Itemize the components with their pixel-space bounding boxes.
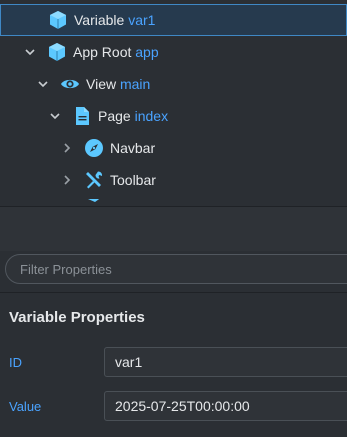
filter-properties-input[interactable] <box>5 254 347 284</box>
tree-item-label: Page index <box>98 108 169 124</box>
cube-icon <box>48 10 68 30</box>
id-label: ID <box>9 355 22 370</box>
tree-item-label: App Root app <box>73 44 159 60</box>
chevron-right-icon[interactable] <box>60 173 74 187</box>
chevron-down-icon[interactable] <box>36 77 50 91</box>
tree-item-view[interactable]: View main <box>0 68 347 100</box>
tree-item-label: Navbar <box>110 140 156 156</box>
eye-icon <box>60 74 80 94</box>
component-tree: Variable var1 App Root app View main Pag… <box>0 0 347 206</box>
tree-item-label: Toolbar <box>110 172 156 188</box>
id-field[interactable] <box>104 347 347 377</box>
tree-item-variable[interactable]: Variable var1 <box>0 4 347 36</box>
value-label: Value <box>9 399 42 414</box>
clipped-item-icon <box>84 199 104 206</box>
tree-item-navbar[interactable]: Navbar <box>0 132 347 164</box>
tools-icon <box>84 170 104 190</box>
compass-icon <box>84 138 104 158</box>
tree-item-label: View main <box>86 76 151 92</box>
divider <box>0 292 347 293</box>
tree-item-app-root[interactable]: App Root app <box>0 36 347 68</box>
document-icon <box>72 106 92 126</box>
chevron-down-icon[interactable] <box>23 45 37 59</box>
tree-item-page[interactable]: Page index <box>0 100 347 132</box>
filter-bar <box>0 251 347 287</box>
chevron-down-icon[interactable] <box>48 109 62 123</box>
tree-item-label: Variable var1 <box>74 12 156 28</box>
panel-splitter[interactable] <box>0 206 347 252</box>
app-window: Variable var1 App Root app View main Pag… <box>0 0 347 437</box>
properties-title: Variable Properties <box>9 309 145 326</box>
cube-icon <box>47 42 67 62</box>
value-field[interactable] <box>104 391 347 421</box>
chevron-right-icon[interactable] <box>60 141 74 155</box>
tree-item-toolbar[interactable]: Toolbar <box>0 164 347 196</box>
